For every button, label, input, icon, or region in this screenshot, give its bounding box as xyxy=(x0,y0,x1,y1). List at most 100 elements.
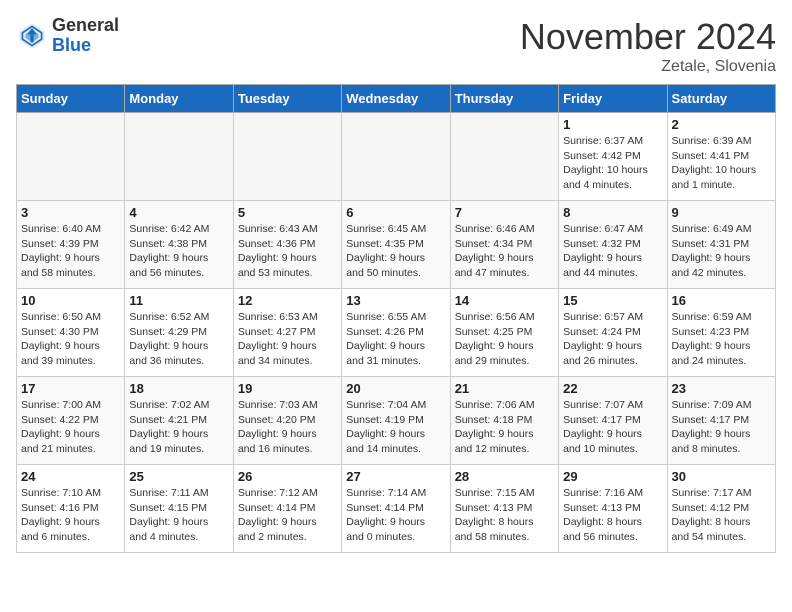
day-info: Sunrise: 6:37 AM Sunset: 4:42 PM Dayligh… xyxy=(563,134,662,193)
day-number: 10 xyxy=(21,293,120,308)
weekday-header: Friday xyxy=(559,85,667,113)
weekday-header: Monday xyxy=(125,85,233,113)
calendar-cell: 22Sunrise: 7:07 AM Sunset: 4:17 PM Dayli… xyxy=(559,377,667,465)
calendar-cell xyxy=(125,113,233,201)
calendar-cell: 25 Sunrise: 7:11 AM Sunset: 4:15 PM Dayli… xyxy=(125,465,233,553)
day-info: Sunrise: 6:47 AM Sunset: 4:32 PM Dayligh… xyxy=(563,222,662,281)
day-number: 11 xyxy=(129,293,228,308)
calendar-cell: 3 Sunrise: 6:40 AM Sunset: 4:39 PM Daylig… xyxy=(17,201,125,289)
calendar-cell xyxy=(450,113,558,201)
calendar-cell: 27Sunrise: 7:14 AM Sunset: 4:14 PM Dayli… xyxy=(342,465,450,553)
day-number: 17 xyxy=(21,381,120,396)
calendar-cell: 5 Sunrise: 6:43 AM Sunset: 4:36 PM Daylig… xyxy=(233,201,341,289)
calendar-cell: 16Sunrise: 6:59 AM Sunset: 4:23 PM Dayli… xyxy=(667,289,775,377)
day-info: Sunrise: 6:43 AM Sunset: 4:36 PM Dayligh… xyxy=(238,222,337,281)
calendar-cell: 9 Sunrise: 6:49 AM Sunset: 4:31 PM Daylig… xyxy=(667,201,775,289)
day-info: Sunrise: 7:17 AM Sunset: 4:12 PM Dayligh… xyxy=(672,486,771,545)
calendar-cell: 15 Sunrise: 6:57 AM Sunset: 4:24 PM Dayli… xyxy=(559,289,667,377)
day-number: 6 xyxy=(346,205,445,220)
day-info: Sunrise: 6:50 AM Sunset: 4:30 PM Dayligh… xyxy=(21,310,120,369)
day-number: 3 xyxy=(21,205,120,220)
calendar-cell: 24 Sunrise: 7:10 AM Sunset: 4:16 PM Dayli… xyxy=(17,465,125,553)
day-info: Sunrise: 7:16 AM Sunset: 4:13 PM Dayligh… xyxy=(563,486,662,545)
day-info: Sunrise: 6:57 AM Sunset: 4:24 PM Dayligh… xyxy=(563,310,662,369)
day-number: 5 xyxy=(238,205,337,220)
day-info: Sunrise: 7:15 AM Sunset: 4:13 PM Dayligh… xyxy=(455,486,554,545)
weekday-header: Sunday xyxy=(17,85,125,113)
calendar-cell xyxy=(342,113,450,201)
calendar-cell: 4 Sunrise: 6:42 AM Sunset: 4:38 PM Daylig… xyxy=(125,201,233,289)
weekday-header: Thursday xyxy=(450,85,558,113)
calendar-week-row: 24 Sunrise: 7:10 AM Sunset: 4:16 PM Dayli… xyxy=(17,465,776,553)
calendar-cell: 17 Sunrise: 7:00 AM Sunset: 4:22 PM Dayli… xyxy=(17,377,125,465)
day-info: Sunrise: 7:10 AM Sunset: 4:16 PM Dayligh… xyxy=(21,486,120,545)
calendar-cell: 23Sunrise: 7:09 AM Sunset: 4:17 PM Dayli… xyxy=(667,377,775,465)
page-header: General Blue November 2024 Zetale, Slove… xyxy=(16,16,776,76)
calendar-cell: 26Sunrise: 7:12 AM Sunset: 4:14 PM Dayli… xyxy=(233,465,341,553)
day-number: 2 xyxy=(672,117,771,132)
title-block: November 2024 Zetale, Slovenia xyxy=(520,16,776,76)
calendar-cell xyxy=(17,113,125,201)
calendar-week-row: 17 Sunrise: 7:00 AM Sunset: 4:22 PM Dayli… xyxy=(17,377,776,465)
calendar-cell: 14 Sunrise: 6:56 AM Sunset: 4:25 PM Dayli… xyxy=(450,289,558,377)
calendar-cell: 21Sunrise: 7:06 AM Sunset: 4:18 PM Dayli… xyxy=(450,377,558,465)
day-number: 12 xyxy=(238,293,337,308)
logo-icon xyxy=(16,20,48,52)
day-number: 19 xyxy=(238,381,337,396)
day-info: Sunrise: 6:42 AM Sunset: 4:38 PM Dayligh… xyxy=(129,222,228,281)
day-number: 15 xyxy=(563,293,662,308)
calendar-cell: 8 Sunrise: 6:47 AM Sunset: 4:32 PM Daylig… xyxy=(559,201,667,289)
calendar-cell: 1 Sunrise: 6:37 AM Sunset: 4:42 PM Daylig… xyxy=(559,113,667,201)
day-info: Sunrise: 6:59 AM Sunset: 4:23 PM Dayligh… xyxy=(672,310,771,369)
day-number: 7 xyxy=(455,205,554,220)
calendar-week-row: 1 Sunrise: 6:37 AM Sunset: 4:42 PM Daylig… xyxy=(17,113,776,201)
day-info: Sunrise: 7:06 AM Sunset: 4:18 PM Dayligh… xyxy=(455,398,554,457)
calendar-cell: 18Sunrise: 7:02 AM Sunset: 4:21 PM Dayli… xyxy=(125,377,233,465)
day-number: 8 xyxy=(563,205,662,220)
calendar-cell: 29Sunrise: 7:16 AM Sunset: 4:13 PM Dayli… xyxy=(559,465,667,553)
calendar-cell: 28 Sunrise: 7:15 AM Sunset: 4:13 PM Dayli… xyxy=(450,465,558,553)
day-info: Sunrise: 6:46 AM Sunset: 4:34 PM Dayligh… xyxy=(455,222,554,281)
calendar-cell: 30Sunrise: 7:17 AM Sunset: 4:12 PM Dayli… xyxy=(667,465,775,553)
calendar-cell: 11 Sunrise: 6:52 AM Sunset: 4:29 PM Dayli… xyxy=(125,289,233,377)
logo-text: General Blue xyxy=(52,16,119,56)
logo-general: General xyxy=(52,16,119,36)
day-info: Sunrise: 7:03 AM Sunset: 4:20 PM Dayligh… xyxy=(238,398,337,457)
logo: General Blue xyxy=(16,16,119,56)
calendar-week-row: 10 Sunrise: 6:50 AM Sunset: 4:30 PM Dayli… xyxy=(17,289,776,377)
day-info: Sunrise: 7:09 AM Sunset: 4:17 PM Dayligh… xyxy=(672,398,771,457)
weekday-header: Wednesday xyxy=(342,85,450,113)
day-info: Sunrise: 7:11 AM Sunset: 4:15 PM Dayligh… xyxy=(129,486,228,545)
day-info: Sunrise: 6:40 AM Sunset: 4:39 PM Dayligh… xyxy=(21,222,120,281)
calendar-cell xyxy=(233,113,341,201)
calendar-cell: 13Sunrise: 6:55 AM Sunset: 4:26 PM Dayli… xyxy=(342,289,450,377)
day-number: 9 xyxy=(672,205,771,220)
calendar-cell: 12Sunrise: 6:53 AM Sunset: 4:27 PM Dayli… xyxy=(233,289,341,377)
day-info: Sunrise: 7:07 AM Sunset: 4:17 PM Dayligh… xyxy=(563,398,662,457)
calendar-cell: 10 Sunrise: 6:50 AM Sunset: 4:30 PM Dayli… xyxy=(17,289,125,377)
day-number: 28 xyxy=(455,469,554,484)
calendar: SundayMondayTuesdayWednesdayThursdayFrid… xyxy=(16,84,776,553)
day-number: 26 xyxy=(238,469,337,484)
calendar-cell: 20Sunrise: 7:04 AM Sunset: 4:19 PM Dayli… xyxy=(342,377,450,465)
calendar-cell: 2 Sunrise: 6:39 AM Sunset: 4:41 PM Daylig… xyxy=(667,113,775,201)
day-number: 27 xyxy=(346,469,445,484)
day-number: 13 xyxy=(346,293,445,308)
day-number: 14 xyxy=(455,293,554,308)
day-number: 24 xyxy=(21,469,120,484)
day-number: 1 xyxy=(563,117,662,132)
weekday-header: Tuesday xyxy=(233,85,341,113)
day-info: Sunrise: 6:49 AM Sunset: 4:31 PM Dayligh… xyxy=(672,222,771,281)
day-info: Sunrise: 6:39 AM Sunset: 4:41 PM Dayligh… xyxy=(672,134,771,193)
day-info: Sunrise: 7:00 AM Sunset: 4:22 PM Dayligh… xyxy=(21,398,120,457)
day-info: Sunrise: 6:56 AM Sunset: 4:25 PM Dayligh… xyxy=(455,310,554,369)
day-info: Sunrise: 6:52 AM Sunset: 4:29 PM Dayligh… xyxy=(129,310,228,369)
day-info: Sunrise: 6:45 AM Sunset: 4:35 PM Dayligh… xyxy=(346,222,445,281)
calendar-week-row: 3 Sunrise: 6:40 AM Sunset: 4:39 PM Daylig… xyxy=(17,201,776,289)
day-number: 4 xyxy=(129,205,228,220)
location: Zetale, Slovenia xyxy=(520,58,776,76)
day-number: 25 xyxy=(129,469,228,484)
day-number: 18 xyxy=(129,381,228,396)
day-info: Sunrise: 7:04 AM Sunset: 4:19 PM Dayligh… xyxy=(346,398,445,457)
calendar-cell: 6 Sunrise: 6:45 AM Sunset: 4:35 PM Daylig… xyxy=(342,201,450,289)
